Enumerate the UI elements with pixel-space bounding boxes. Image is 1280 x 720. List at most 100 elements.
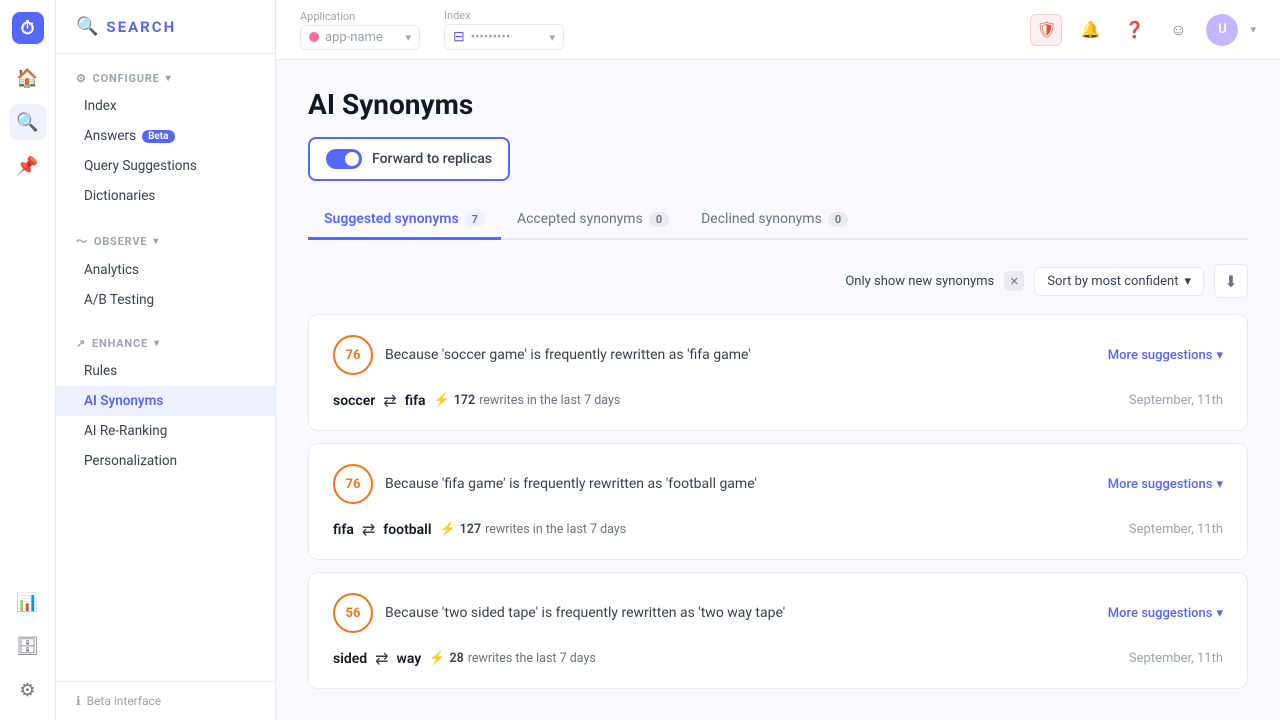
synonym-card-0: 76 Because 'soccer game' is frequently r… — [308, 314, 1248, 431]
sidebar-item-ai-synonyms[interactable]: AI Synonyms — [56, 386, 275, 416]
score-circle: 56 — [333, 593, 373, 633]
sort-dropdown[interactable]: Sort by most confident ▾ — [1034, 267, 1204, 296]
sort-chevron-icon: ▾ — [1184, 274, 1191, 289]
card-description: Because 'two sided tape' is frequently r… — [385, 605, 1096, 621]
card-description: Because 'soccer game' is frequently rewr… — [385, 347, 1096, 363]
more-chevron-icon: ▾ — [1216, 477, 1223, 492]
settings-icon[interactable]: ⚙ — [10, 672, 46, 708]
sidebar-item-answers[interactable]: Answers Beta — [56, 121, 275, 151]
index-label: Index — [444, 9, 564, 22]
observe-chevron-icon: ▾ — [153, 236, 159, 247]
emoji-button[interactable]: ☺ — [1162, 14, 1194, 46]
page-title: AI Synonyms — [308, 88, 1248, 121]
help-button[interactable]: ❓ — [1118, 14, 1150, 46]
enhance-section-title[interactable]: ↗ ENHANCE ▾ — [56, 331, 275, 356]
topbar-right: 🛡 🔔 ❓ ☺ U ▾ — [1030, 14, 1256, 46]
rewrite-info: ⚡ 28 rewrites the last 7 days — [429, 651, 596, 666]
topbar: Application app-name ▾ Index ⊟ •••••••••… — [276, 0, 1280, 60]
user-avatar[interactable]: U — [1206, 14, 1238, 46]
enhance-icon: ↗ — [76, 337, 86, 350]
pin-icon[interactable]: 📌 — [10, 148, 46, 184]
sidebar-item-index[interactable]: Index — [56, 91, 275, 121]
home-icon[interactable]: 🏠 — [10, 60, 46, 96]
more-suggestions-button[interactable]: More suggestions ▾ — [1108, 348, 1223, 363]
bell-button[interactable]: 🔔 — [1074, 14, 1106, 46]
index-selector: Index ⊟ ••••••••• ▾ — [444, 9, 564, 50]
configure-section-title[interactable]: ⚙ CONFIGURE ▾ — [56, 66, 275, 91]
synonym-word-left: sided — [333, 651, 367, 667]
declined-count-badge: 0 — [828, 212, 848, 227]
sidebar-item-personalization[interactable]: Personalization — [56, 446, 275, 476]
sidebar-logo-icon: 🔍 — [76, 16, 98, 37]
application-chevron-icon: ▾ — [405, 31, 411, 44]
beta-icon: ℹ — [76, 694, 81, 708]
chart-icon[interactable]: 📊 — [10, 584, 46, 620]
synonym-card-1: 76 Because 'fifa game' is frequently rew… — [308, 443, 1248, 560]
sidebar: 🔍 SEARCH ⚙ CONFIGURE ▾ Index Answers Bet… — [56, 0, 276, 720]
sidebar-brand: SEARCH — [106, 18, 176, 36]
forward-toggle-box[interactable]: Forward to replicas — [308, 137, 510, 181]
sidebar-item-rules[interactable]: Rules — [56, 356, 275, 386]
card-date: September, 11th — [1129, 393, 1223, 408]
card-header: 56 Because 'two sided tape' is frequentl… — [333, 593, 1223, 633]
forward-toggle-switch[interactable] — [326, 149, 362, 169]
synonym-word-left: soccer — [333, 393, 375, 409]
tab-accepted[interactable]: Accepted synonyms 0 — [501, 201, 685, 240]
rewrite-count: 28 — [449, 651, 463, 666]
observe-section-title[interactable]: 〜 OBSERVE ▾ — [56, 227, 275, 255]
tabs-bar: Suggested synonyms 7 Accepted synonyms 0… — [308, 201, 1248, 240]
sidebar-item-ai-reranking[interactable]: AI Re-Ranking — [56, 416, 275, 446]
more-suggestions-button[interactable]: More suggestions ▾ — [1108, 477, 1223, 492]
database-icon[interactable]: 🗄 — [10, 628, 46, 664]
card-footer: sided ⇄ way ⚡ 28 rewrites the last 7 day… — [333, 649, 1223, 668]
synonym-word-right: way — [397, 651, 422, 667]
app-logo[interactable]: ⏱ — [12, 12, 44, 44]
card-header: 76 Because 'fifa game' is frequently rew… — [333, 464, 1223, 504]
configure-section: ⚙ CONFIGURE ▾ Index Answers Beta Query S… — [56, 54, 275, 215]
synonym-word-right: fifa — [405, 393, 426, 409]
rewrite-info: ⚡ 127 rewrites in the last 7 days — [439, 522, 626, 537]
more-chevron-icon: ▾ — [1216, 606, 1223, 621]
synonym-arrows-icon: ⇄ — [375, 649, 388, 668]
application-dropdown[interactable]: app-name ▾ — [300, 25, 420, 50]
tab-declined[interactable]: Declined synonyms 0 — [685, 201, 864, 240]
download-button[interactable]: ⬇ — [1214, 264, 1248, 298]
score-circle: 76 — [333, 464, 373, 504]
bolt-icon: ⚡ — [429, 651, 445, 666]
main-area: Application app-name ▾ Index ⊟ •••••••••… — [276, 0, 1280, 720]
accepted-count-badge: 0 — [649, 212, 669, 227]
icon-rail: ⏱ 🏠 🔍 📌 📊 🗄 ⚙ — [0, 0, 56, 720]
app-dot-icon — [309, 32, 319, 42]
bolt-icon: ⚡ — [434, 393, 450, 408]
sidebar-item-dictionaries[interactable]: Dictionaries — [56, 181, 275, 211]
synonym-card-2: 56 Because 'two sided tape' is frequentl… — [308, 572, 1248, 689]
sidebar-item-ab-testing[interactable]: A/B Testing — [56, 285, 275, 315]
tab-suggested[interactable]: Suggested synonyms 7 — [308, 201, 501, 240]
observe-section: 〜 OBSERVE ▾ Analytics A/B Testing — [56, 215, 275, 319]
rewrite-count: 172 — [454, 393, 475, 408]
index-value: ••••••••• — [471, 30, 544, 45]
more-chevron-icon: ▾ — [1216, 348, 1223, 363]
synonym-arrows-icon: ⇄ — [383, 391, 396, 410]
forward-toggle-label: Forward to replicas — [372, 151, 492, 167]
index-dropdown[interactable]: ⊟ ••••••••• ▾ — [444, 24, 564, 50]
card-date: September, 11th — [1129, 651, 1223, 666]
enhance-section: ↗ ENHANCE ▾ Rules AI Synonyms AI Re-Rank… — [56, 319, 275, 480]
card-date: September, 11th — [1129, 522, 1223, 537]
sidebar-footer[interactable]: ℹ Beta interface — [56, 681, 275, 720]
synonym-word-left: fifa — [333, 522, 354, 538]
rewrite-count: 127 — [460, 522, 481, 537]
sidebar-item-query-suggestions[interactable]: Query Suggestions — [56, 151, 275, 181]
score-circle: 76 — [333, 335, 373, 375]
search-icon[interactable]: 🔍 — [10, 104, 46, 140]
sidebar-item-analytics[interactable]: Analytics — [56, 255, 275, 285]
rewrite-label: rewrites the last 7 days — [468, 651, 596, 666]
user-menu-chevron-icon[interactable]: ▾ — [1250, 23, 1256, 36]
card-description: Because 'fifa game' is frequently rewrit… — [385, 476, 1096, 492]
filter-close-button[interactable]: ✕ — [1004, 271, 1024, 291]
more-suggestions-button[interactable]: More suggestions ▾ — [1108, 606, 1223, 621]
card-footer: fifa ⇄ football ⚡ 127 rewrites in the la… — [333, 520, 1223, 539]
shield-button[interactable]: 🛡 — [1030, 14, 1062, 46]
filter-bar: Only show new synonyms ✕ Sort by most co… — [308, 264, 1248, 298]
index-chevron-icon: ▾ — [549, 31, 555, 44]
